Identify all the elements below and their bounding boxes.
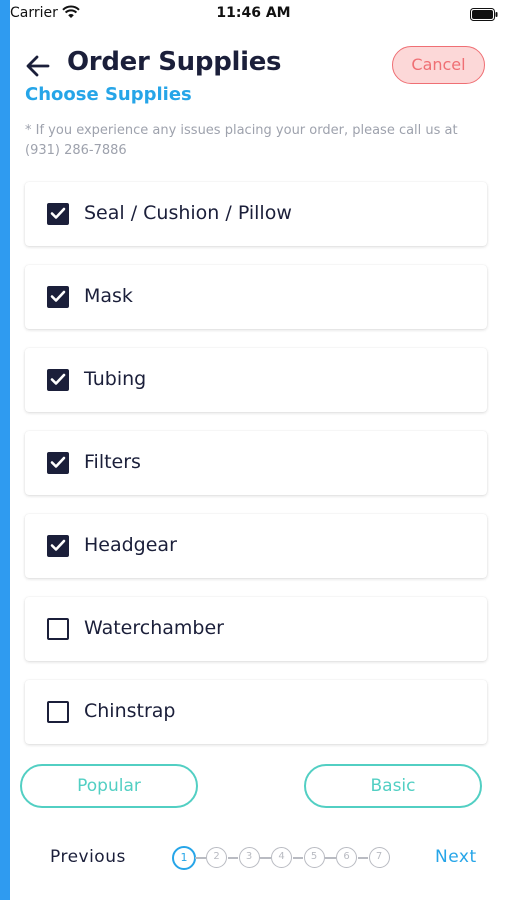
section-subtitle: Choose Supplies xyxy=(25,84,192,105)
step-indicator: 1234567 xyxy=(172,846,392,870)
supply-checkbox[interactable] xyxy=(47,452,69,474)
supply-item[interactable]: Chinstrap xyxy=(25,680,487,744)
previous-button[interactable]: Previous xyxy=(50,847,126,867)
step-dot: 6 xyxy=(336,847,357,868)
check-icon xyxy=(50,373,66,385)
supply-label: Mask xyxy=(84,285,133,307)
arrow-left-icon[interactable] xyxy=(24,52,52,80)
supply-checkbox[interactable] xyxy=(47,701,69,723)
check-icon xyxy=(50,290,66,302)
cancel-button[interactable]: Cancel xyxy=(392,46,485,84)
supply-checkbox[interactable] xyxy=(47,618,69,640)
step-connector xyxy=(195,857,206,859)
supply-checkbox[interactable] xyxy=(47,203,69,225)
step-dot: 3 xyxy=(238,847,260,868)
supply-label: Waterchamber xyxy=(84,617,224,639)
supply-checkbox[interactable] xyxy=(47,369,69,391)
supply-item[interactable]: Waterchamber xyxy=(25,597,487,661)
supply-checkbox[interactable] xyxy=(47,535,69,557)
step-dot: 1 xyxy=(172,846,196,870)
basic-button[interactable]: Basic xyxy=(304,764,482,808)
step-connector xyxy=(325,857,336,859)
supply-list: Seal / Cushion / Pillow Mask Tubing Filt… xyxy=(25,182,487,763)
page-title: Order Supplies xyxy=(67,47,282,77)
supply-label: Filters xyxy=(84,451,141,473)
supply-item[interactable]: Seal / Cushion / Pillow xyxy=(25,182,487,246)
step-connector xyxy=(260,857,271,859)
step-connector xyxy=(357,857,368,859)
status-bar: Carrier 11:46 AM xyxy=(0,0,507,28)
supply-item[interactable]: Filters xyxy=(25,431,487,495)
next-button[interactable]: Next xyxy=(435,847,477,867)
supply-checkbox[interactable] xyxy=(47,286,69,308)
supply-label: Headgear xyxy=(84,534,177,556)
supply-label: Tubing xyxy=(84,368,147,390)
step-dot: 2 xyxy=(206,847,227,868)
step-connector xyxy=(227,857,238,859)
step-dot: 7 xyxy=(368,847,390,868)
popular-button[interactable]: Popular xyxy=(20,764,198,808)
supply-item[interactable]: Mask xyxy=(25,265,487,329)
check-icon xyxy=(50,539,66,551)
step-dot: 5 xyxy=(303,847,325,868)
supply-label: Chinstrap xyxy=(84,700,176,722)
support-notice: * If you experience any issues placing y… xyxy=(25,123,458,158)
check-icon xyxy=(50,456,66,468)
status-time: 11:46 AM xyxy=(216,5,291,21)
check-icon xyxy=(50,207,66,219)
supply-label: Seal / Cushion / Pillow xyxy=(84,202,292,224)
left-accent-bar xyxy=(0,0,10,900)
battery-icon xyxy=(470,8,498,21)
step-connector xyxy=(292,857,303,859)
supply-item[interactable]: Tubing xyxy=(25,348,487,412)
supply-item[interactable]: Headgear xyxy=(25,514,487,578)
step-dot: 4 xyxy=(271,847,292,868)
